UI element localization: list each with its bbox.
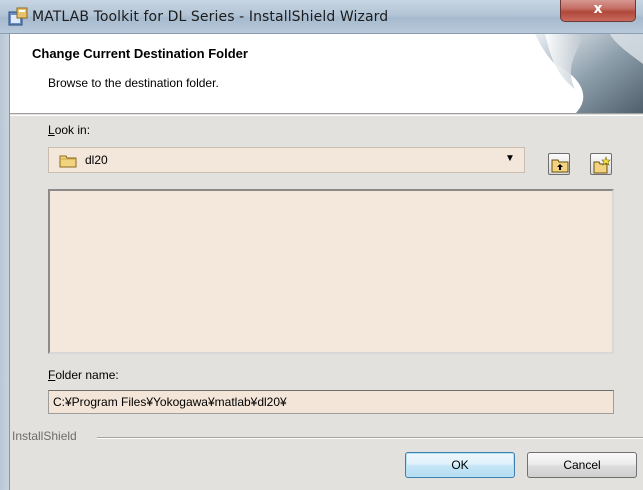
folder-list[interactable] bbox=[48, 189, 614, 354]
installer-window: MATLAB Toolkit for DL Series - InstallSh… bbox=[0, 0, 643, 490]
look-in-dropdown[interactable]: dl20 ▼ bbox=[48, 147, 525, 173]
installer-app-icon bbox=[8, 7, 28, 26]
title-bar[interactable]: MATLAB Toolkit for DL Series - InstallSh… bbox=[0, 0, 643, 34]
chevron-down-icon[interactable]: ▼ bbox=[505, 153, 515, 164]
ok-button[interactable]: OK bbox=[405, 452, 515, 478]
installshield-brand: InstallShield bbox=[12, 429, 77, 443]
footer-divider bbox=[97, 437, 643, 439]
window-title: MATLAB Toolkit for DL Series - InstallSh… bbox=[32, 9, 389, 25]
create-new-folder-button[interactable] bbox=[590, 153, 612, 175]
header-decoration-graphic bbox=[535, 34, 643, 113]
cancel-button[interactable]: Cancel bbox=[527, 452, 637, 478]
page-subtitle: Browse to the destination folder. bbox=[48, 76, 219, 90]
folder-name-input[interactable] bbox=[48, 390, 614, 414]
page-title: Change Current Destination Folder bbox=[32, 46, 248, 61]
up-one-level-button[interactable] bbox=[548, 153, 570, 175]
new-folder-icon bbox=[593, 156, 611, 174]
wizard-header: Change Current Destination Folder Browse… bbox=[10, 34, 643, 114]
look-in-value: dl20 bbox=[85, 153, 108, 167]
header-divider bbox=[10, 115, 643, 116]
look-in-label: Look in: bbox=[48, 123, 91, 137]
folder-name-label: Folder name: bbox=[48, 368, 119, 382]
folder-icon bbox=[59, 155, 77, 168]
window-frame-left bbox=[0, 34, 10, 490]
close-button[interactable]: x bbox=[560, 0, 636, 22]
folder-up-icon bbox=[551, 159, 569, 173]
